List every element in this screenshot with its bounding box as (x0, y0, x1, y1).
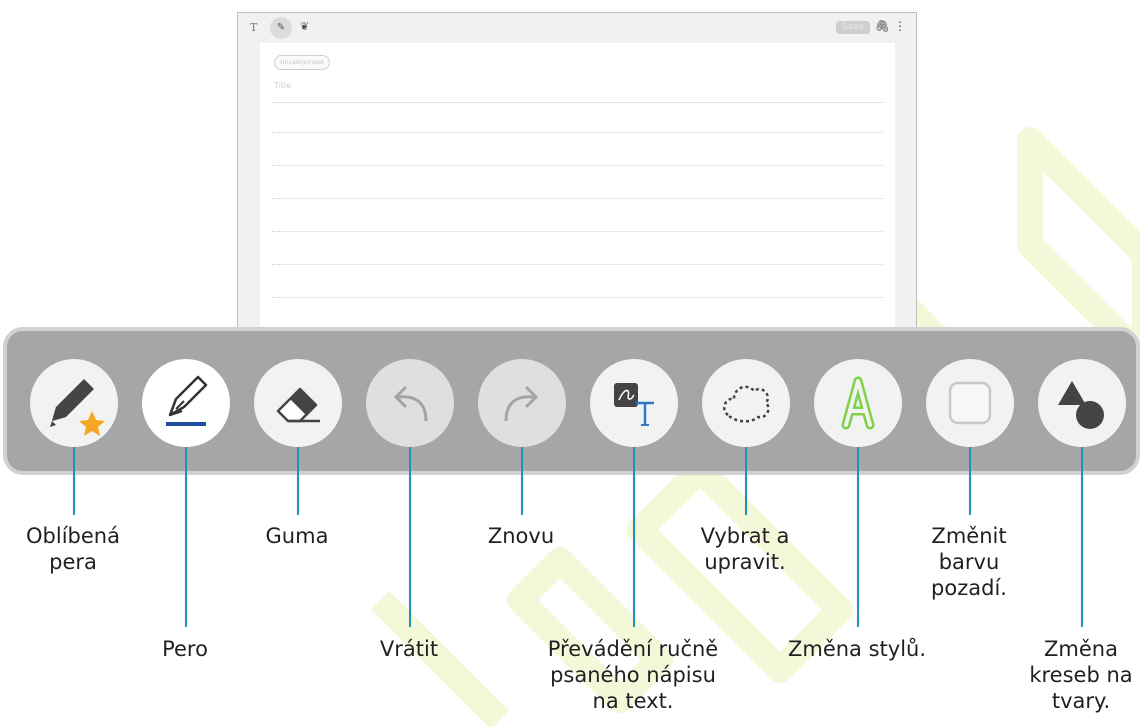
label-select-edit: Vybrat a upravit. (700, 524, 790, 574)
pen-mode-icon[interactable]: ✎ (270, 17, 292, 39)
ruled-line (272, 165, 884, 166)
eraser-button[interactable] (254, 359, 342, 447)
callout-line (969, 447, 971, 515)
redo-icon (504, 385, 539, 422)
ruled-line (272, 297, 884, 298)
callout-line (1081, 447, 1083, 627)
ruled-line (272, 198, 884, 199)
redo-button[interactable] (478, 359, 566, 447)
callout-line (633, 447, 635, 627)
brush-mode-icon[interactable]: ❦ (300, 20, 309, 33)
handwriting-to-text-button[interactable] (590, 359, 678, 447)
note-window: T ✎ ❦ Save 🖇 ⋮ Uncategorised Title (237, 12, 917, 333)
save-button[interactable]: Save (835, 21, 870, 34)
background-color-icon (948, 381, 992, 425)
callout-line (745, 447, 747, 515)
shapes-icon (1058, 381, 1104, 429)
note-page[interactable]: Uncategorised Title (260, 43, 895, 333)
more-options-icon[interactable]: ⋮ (894, 19, 906, 33)
handwriting-to-text-icon (614, 383, 654, 426)
change-style-icon (841, 376, 875, 430)
callout-line (185, 447, 187, 627)
background-color-button[interactable] (926, 359, 1014, 447)
note-toolbar: T ✎ ❦ Save 🖇 ⋮ (238, 13, 916, 43)
note-title-placeholder[interactable]: Title (274, 81, 291, 90)
label-shapes: Změna kreseb na tvary. (1029, 637, 1133, 713)
change-style-button[interactable] (814, 359, 902, 447)
callout-line (521, 447, 523, 515)
select-edit-button[interactable] (702, 359, 790, 447)
callout-line (857, 447, 859, 627)
label-background-color: Změnit barvu pozadí. (931, 524, 1007, 600)
eraser-icon (276, 387, 320, 423)
label-eraser: Guma (265, 524, 329, 548)
category-pill[interactable]: Uncategorised (274, 55, 330, 70)
attach-icon[interactable]: 🖇 (875, 19, 890, 33)
label-favorite-pens: Oblíbená pera (26, 524, 120, 574)
favorite-pens-icon (50, 379, 105, 436)
undo-icon (393, 385, 428, 422)
callout-line (73, 447, 75, 515)
label-handwriting-to-text: Převádění ručně psaného nápisu na text. (547, 637, 719, 713)
pen-button[interactable] (142, 359, 230, 447)
ruled-line (272, 264, 884, 265)
callout-line (409, 447, 411, 627)
label-undo: Vrátit (379, 637, 439, 661)
title-divider (272, 102, 884, 103)
favorite-pens-button[interactable] (30, 359, 118, 447)
select-edit-icon (723, 385, 770, 423)
callout-line (297, 447, 299, 515)
label-redo: Znovu (487, 524, 555, 548)
label-change-style: Změna stylů. (787, 637, 927, 661)
pen-icon (166, 375, 208, 426)
label-pen: Pero (162, 637, 208, 661)
ruled-line (272, 231, 884, 232)
text-mode-button[interactable]: T (250, 21, 257, 34)
undo-button[interactable] (366, 359, 454, 447)
ruled-line (272, 132, 884, 133)
shapes-button[interactable] (1038, 359, 1126, 447)
